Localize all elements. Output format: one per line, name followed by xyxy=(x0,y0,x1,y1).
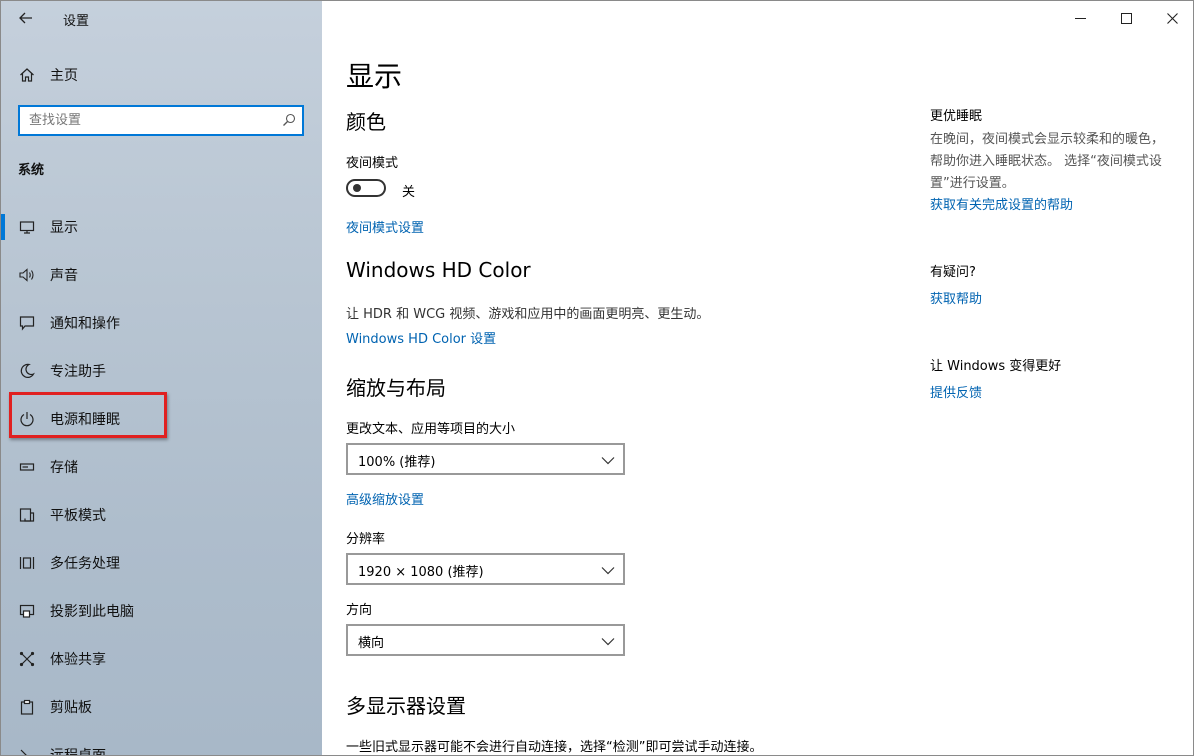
speaker-icon xyxy=(18,266,36,284)
scale-size-label: 更改文本、应用等项目的大小 xyxy=(346,422,516,437)
sidebar-item-label: 声音 xyxy=(50,268,78,284)
night-light-label: 夜间模式 xyxy=(346,156,399,171)
close-icon xyxy=(1166,12,1178,24)
hdr-settings-link[interactable]: Windows HD Color 设置 xyxy=(346,328,496,347)
setup-help-link[interactable]: 获取有关完成设置的帮助 xyxy=(930,194,1073,213)
page-title: 显示 xyxy=(346,60,403,93)
color-heading: 颜色 xyxy=(346,110,386,134)
select-value: 100% (推荐) xyxy=(358,455,436,470)
advanced-scaling-link[interactable]: 高级缩放设置 xyxy=(346,489,424,508)
home-icon xyxy=(18,66,36,84)
search-box[interactable] xyxy=(18,105,304,136)
home-label: 主页 xyxy=(50,68,78,84)
chevron-down-icon xyxy=(601,567,615,575)
sidebar-item-multitasking[interactable]: 多任务处理 xyxy=(1,539,322,587)
sidebar-item-power-sleep[interactable]: 电源和睡眠 xyxy=(1,395,322,443)
better-sleep-heading: 更优睡眠 xyxy=(930,109,983,124)
sidebar-item-label: 投影到此电脑 xyxy=(50,604,134,620)
questions-heading: 有疑问? xyxy=(930,265,976,280)
app-title: 设置 xyxy=(63,14,90,29)
scale-size-select[interactable]: 100% (推荐) xyxy=(346,443,625,475)
moon-icon xyxy=(18,362,36,380)
search-icon xyxy=(283,113,296,126)
sidebar-item-label: 剪贴板 xyxy=(50,700,92,716)
close-button[interactable] xyxy=(1149,1,1193,35)
sidebar-item-display[interactable]: 显示 xyxy=(1,203,322,251)
settings-window: 设置 主页 系统 显示 xyxy=(0,0,1194,756)
sidebar-item-label: 专注助手 xyxy=(50,364,106,380)
orientation-label: 方向 xyxy=(346,603,373,618)
back-arrow-icon xyxy=(19,12,32,24)
remote-desktop-icon xyxy=(18,746,36,755)
nav-list: 显示 声音 通知和操作 专注助手 电源和睡眠 存储 平板模式 多任务处理 投影到… xyxy=(1,203,322,756)
toggle-state-label: 关 xyxy=(402,185,416,200)
multi-display-heading: 多显示器设置 xyxy=(346,694,466,718)
selection-indicator xyxy=(1,214,5,240)
sidebar-item-label: 平板模式 xyxy=(50,508,106,524)
sidebar: 设置 主页 系统 显示 xyxy=(1,1,322,756)
project-icon xyxy=(18,602,36,620)
hdr-heading: Windows HD Color xyxy=(346,258,531,282)
better-sleep-description: 在晚间，夜间模式会显示较柔和的暖色，帮助你进入睡眠状态。 选择“夜间模式设置”进… xyxy=(930,132,1165,191)
tablet-icon xyxy=(18,506,36,524)
clipboard-icon xyxy=(18,698,36,716)
resolution-label: 分辨率 xyxy=(346,532,386,547)
toggle-knob xyxy=(353,184,361,192)
main-content: 显示 颜色 夜间模式 关 夜间模式设置 Windows HD Color 让 H… xyxy=(322,1,1193,755)
minimize-icon xyxy=(1074,17,1086,19)
storage-icon xyxy=(18,458,36,476)
sidebar-item-notifications[interactable]: 通知和操作 xyxy=(1,299,322,347)
sidebar-item-focus-assist[interactable]: 专注助手 xyxy=(1,347,322,395)
resolution-select[interactable]: 1920 × 1080 (推荐) xyxy=(346,553,625,585)
chevron-down-icon xyxy=(601,457,615,465)
multitask-icon xyxy=(18,554,36,572)
sidebar-item-tablet-mode[interactable]: 平板模式 xyxy=(1,491,322,539)
sidebar-item-remote-desktop[interactable]: 远程桌面 xyxy=(1,731,322,756)
sidebar-item-clipboard[interactable]: 剪贴板 xyxy=(1,683,322,731)
sidebar-item-sound[interactable]: 声音 xyxy=(1,251,322,299)
notification-icon xyxy=(18,314,36,332)
orientation-select[interactable]: 横向 xyxy=(346,624,625,656)
search-input[interactable] xyxy=(20,107,279,134)
scale-heading: 缩放与布局 xyxy=(346,376,446,400)
multi-display-description: 一些旧式显示器可能不会进行自动连接，选择“检测”即可尝试手动连接。 xyxy=(346,740,763,755)
sidebar-item-label: 体验共享 xyxy=(50,652,106,668)
maximize-icon xyxy=(1120,12,1132,24)
select-value: 横向 xyxy=(358,636,385,651)
sidebar-item-label: 远程桌面 xyxy=(50,748,106,756)
titlebar-left: 设置 xyxy=(1,1,322,35)
back-button[interactable] xyxy=(13,6,39,30)
sidebar-item-label: 通知和操作 xyxy=(50,316,120,332)
get-help-link[interactable]: 获取帮助 xyxy=(930,288,982,307)
sidebar-item-shared-experiences[interactable]: 体验共享 xyxy=(1,635,322,683)
sidebar-item-label: 多任务处理 xyxy=(50,556,120,572)
window-controls xyxy=(1057,1,1193,35)
sidebar-item-label: 存储 xyxy=(50,460,78,476)
give-feedback-link[interactable]: 提供反馈 xyxy=(930,382,982,401)
night-light-toggle[interactable] xyxy=(346,179,386,197)
chevron-down-icon xyxy=(601,638,615,646)
select-value: 1920 × 1080 (推荐) xyxy=(358,565,484,580)
sidebar-item-storage[interactable]: 存储 xyxy=(1,443,322,491)
sidebar-item-home[interactable]: 主页 xyxy=(1,59,322,91)
maximize-button[interactable] xyxy=(1103,1,1149,35)
section-title: 系统 xyxy=(18,163,45,178)
minimize-button[interactable] xyxy=(1057,1,1103,35)
sidebar-item-project-to-pc[interactable]: 投影到此电脑 xyxy=(1,587,322,635)
hdr-description: 让 HDR 和 WCG 视频、游戏和应用中的画面更明亮、更生动。 xyxy=(346,307,710,322)
power-icon xyxy=(18,410,36,428)
improve-windows-heading: 让 Windows 变得更好 xyxy=(930,359,1062,374)
sidebar-item-label: 电源和睡眠 xyxy=(50,412,120,428)
share-icon xyxy=(18,650,36,668)
night-light-settings-link[interactable]: 夜间模式设置 xyxy=(346,217,424,236)
monitor-icon xyxy=(18,218,36,236)
sidebar-item-label: 显示 xyxy=(50,220,78,236)
